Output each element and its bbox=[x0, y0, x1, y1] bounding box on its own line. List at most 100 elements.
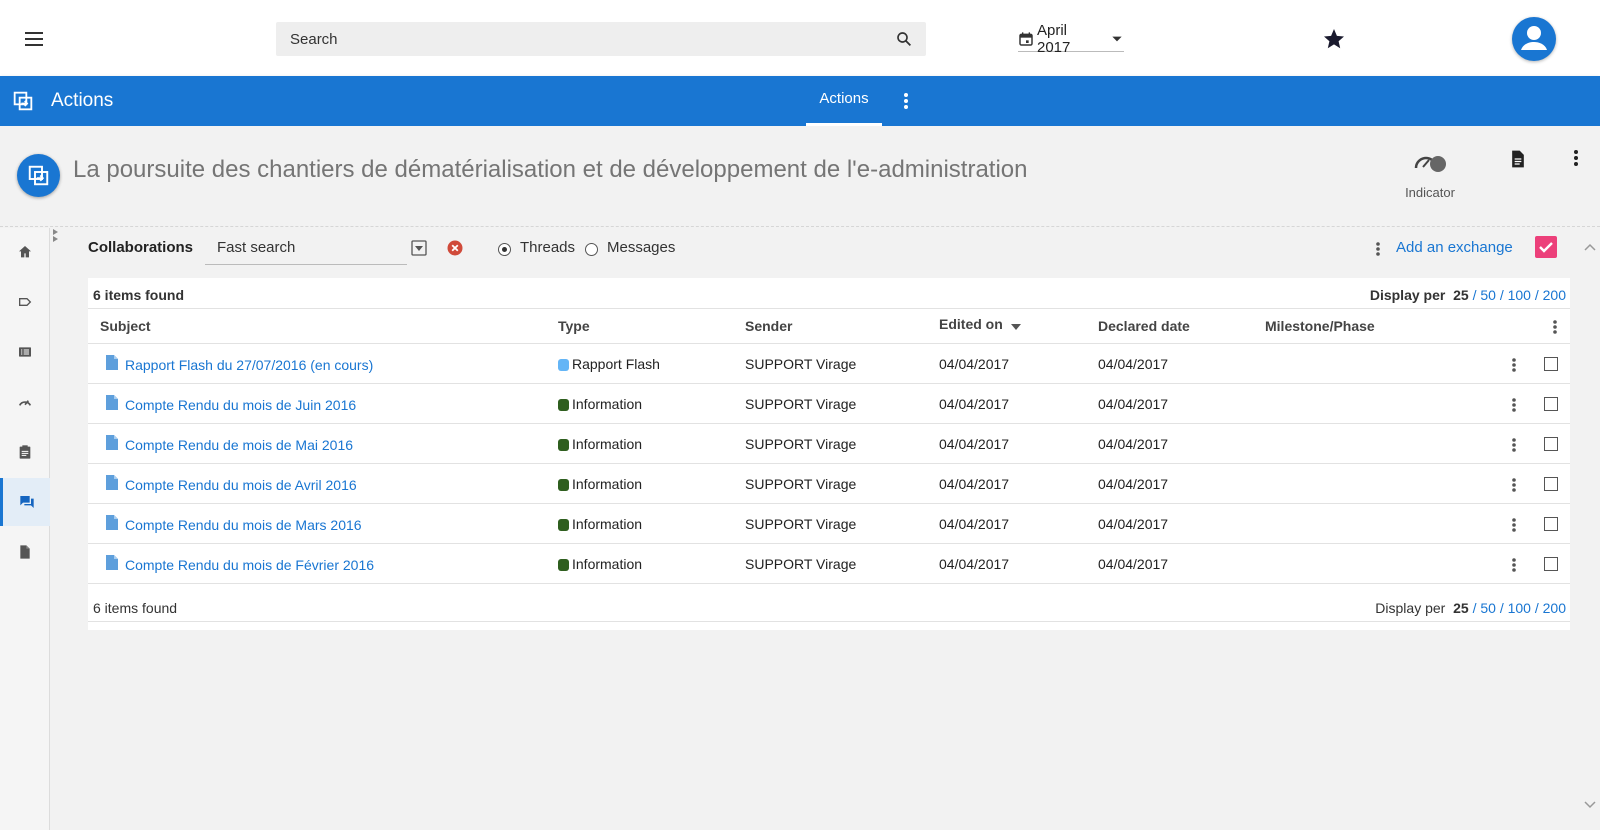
row-checkbox[interactable] bbox=[1544, 557, 1558, 571]
clear-search-icon[interactable] bbox=[447, 240, 463, 256]
table-row: Compte Rendu du mois de Mars 2016 Informa… bbox=[88, 504, 1570, 544]
nav-item-document[interactable] bbox=[0, 528, 50, 576]
sort-desc-icon[interactable] bbox=[1011, 323, 1021, 331]
subject-link[interactable]: Compte Rendu du mois de Juin 2016 bbox=[125, 397, 356, 413]
declared-date-cell: 04/04/2017 bbox=[1098, 556, 1169, 572]
nav-item-speedometer[interactable] bbox=[0, 378, 50, 426]
page-size-200[interactable]: 200 bbox=[1543, 600, 1566, 616]
page-size-25[interactable]: 25 bbox=[1453, 600, 1469, 616]
type-label: Information bbox=[572, 436, 643, 452]
row-options-icon[interactable] bbox=[1507, 356, 1521, 374]
collaborations-table: 6 items found Display per 25 / 50 / 100 … bbox=[88, 278, 1570, 630]
column-header-milestone[interactable]: Milestone/Phase bbox=[1265, 318, 1375, 334]
subject-link[interactable]: Compte Rendu du mois de Avril 2016 bbox=[125, 477, 357, 493]
row-checkbox[interactable] bbox=[1544, 437, 1558, 451]
column-options-icon[interactable] bbox=[1548, 318, 1562, 336]
radio-messages-label: Messages bbox=[607, 239, 676, 256]
file-icon bbox=[106, 355, 118, 370]
speedometer-icon bbox=[18, 400, 32, 406]
nav-item-home[interactable] bbox=[0, 228, 50, 276]
table-row: Compte Rendu de mois de Mai 2016 Informat… bbox=[88, 424, 1570, 464]
document-icon[interactable] bbox=[1508, 148, 1528, 170]
add-exchange-link[interactable]: Add an exchange bbox=[1396, 239, 1513, 256]
avatar[interactable] bbox=[1512, 17, 1556, 61]
radio-messages[interactable] bbox=[585, 243, 598, 256]
search-box bbox=[276, 22, 926, 56]
fast-search-input[interactable] bbox=[205, 231, 407, 265]
edited-on-cell: 04/04/2017 bbox=[939, 516, 1010, 532]
file-icon bbox=[106, 515, 118, 530]
tab-actions[interactable]: Actions bbox=[806, 76, 882, 126]
type-label: Information bbox=[572, 556, 643, 572]
row-checkbox[interactable] bbox=[1544, 397, 1558, 411]
row-checkbox[interactable] bbox=[1544, 517, 1558, 531]
row-options-icon[interactable] bbox=[1507, 396, 1521, 414]
app-title: Actions bbox=[51, 90, 114, 111]
subject-link[interactable]: Compte Rendu de mois de Mai 2016 bbox=[125, 437, 353, 453]
column-header-declared-date[interactable]: Declared date bbox=[1098, 318, 1190, 334]
star-icon[interactable] bbox=[1322, 27, 1346, 51]
filter-dropdown-icon[interactable] bbox=[411, 240, 427, 256]
declared-date-cell: 04/04/2017 bbox=[1098, 396, 1169, 412]
column-header-subject[interactable]: Subject bbox=[100, 318, 151, 334]
subject-link[interactable]: Compte Rendu du mois de Mars 2016 bbox=[125, 517, 362, 533]
select-all-checkbox[interactable] bbox=[1535, 236, 1557, 258]
subject-link[interactable]: Compte Rendu du mois de Février 2016 bbox=[125, 557, 374, 573]
type-label: Rapport Flash bbox=[572, 356, 660, 372]
row-options-icon[interactable] bbox=[1507, 476, 1521, 494]
declared-date-cell: 04/04/2017 bbox=[1098, 516, 1169, 532]
nav-item-list[interactable] bbox=[0, 328, 50, 376]
search-icon[interactable] bbox=[895, 30, 913, 48]
display-per-label: Display per bbox=[1369, 287, 1446, 303]
nav-item-clipboard[interactable] bbox=[0, 428, 50, 476]
row-checkbox[interactable] bbox=[1544, 477, 1558, 491]
menu-icon[interactable] bbox=[22, 27, 46, 51]
nav-item-collaborations[interactable] bbox=[0, 478, 50, 526]
page-size-100[interactable]: 100 bbox=[1508, 287, 1531, 303]
actions-icon bbox=[17, 154, 60, 197]
scroll-down-icon[interactable] bbox=[1584, 800, 1596, 810]
more-vert-icon[interactable] bbox=[896, 90, 916, 112]
sender-cell: SUPPORT Virage bbox=[745, 396, 857, 412]
row-checkbox[interactable] bbox=[1544, 357, 1558, 371]
page-size-100[interactable]: 100 bbox=[1508, 600, 1531, 616]
subject-link[interactable]: Rapport Flash du 27/07/2016 (en cours) bbox=[125, 357, 373, 373]
sender-cell: SUPPORT Virage bbox=[745, 516, 857, 532]
type-color-badge bbox=[558, 479, 569, 491]
file-icon bbox=[106, 435, 118, 450]
page-size-50[interactable]: 50 bbox=[1480, 287, 1496, 303]
row-options-icon[interactable] bbox=[1507, 556, 1521, 574]
indicator-icon[interactable] bbox=[1413, 152, 1449, 174]
page-size-25[interactable]: 25 bbox=[1453, 287, 1469, 303]
more-vert-icon[interactable] bbox=[1566, 147, 1586, 169]
more-vert-icon[interactable] bbox=[1371, 240, 1385, 258]
file-icon bbox=[106, 555, 118, 570]
page-size-200[interactable]: 200 bbox=[1543, 287, 1566, 303]
nav-item-label[interactable] bbox=[0, 278, 50, 326]
collapse-handle[interactable] bbox=[52, 228, 60, 244]
indicator-label: Indicator bbox=[1405, 185, 1455, 200]
scrollbar[interactable] bbox=[1580, 228, 1600, 830]
date-picker[interactable]: April 2017 bbox=[1018, 22, 1124, 56]
column-header-sender[interactable]: Sender bbox=[745, 318, 792, 334]
declared-date-cell: 04/04/2017 bbox=[1098, 356, 1169, 372]
radio-threads-label: Threads bbox=[520, 239, 576, 256]
page-size-50[interactable]: 50 bbox=[1480, 600, 1496, 616]
column-header-type[interactable]: Type bbox=[558, 318, 590, 334]
scroll-up-icon[interactable] bbox=[1584, 242, 1596, 252]
calendar-icon bbox=[1018, 31, 1034, 47]
type-color-badge bbox=[558, 439, 569, 451]
divider bbox=[88, 308, 1570, 309]
column-header-edited-on[interactable]: Edited on bbox=[939, 316, 1003, 332]
type-label: Information bbox=[572, 396, 643, 412]
divider bbox=[88, 583, 1570, 584]
row-options-icon[interactable] bbox=[1507, 436, 1521, 454]
sender-cell: SUPPORT Virage bbox=[745, 556, 857, 572]
row-options-icon[interactable] bbox=[1507, 516, 1521, 534]
collaborations-label: Collaborations bbox=[88, 239, 194, 256]
radio-threads[interactable] bbox=[498, 243, 511, 256]
search-input[interactable] bbox=[276, 22, 876, 56]
actions-app-icon[interactable] bbox=[13, 91, 33, 111]
table-row: Compte Rendu du mois de Avril 2016 Inform… bbox=[88, 464, 1570, 504]
check-icon bbox=[1539, 242, 1553, 253]
